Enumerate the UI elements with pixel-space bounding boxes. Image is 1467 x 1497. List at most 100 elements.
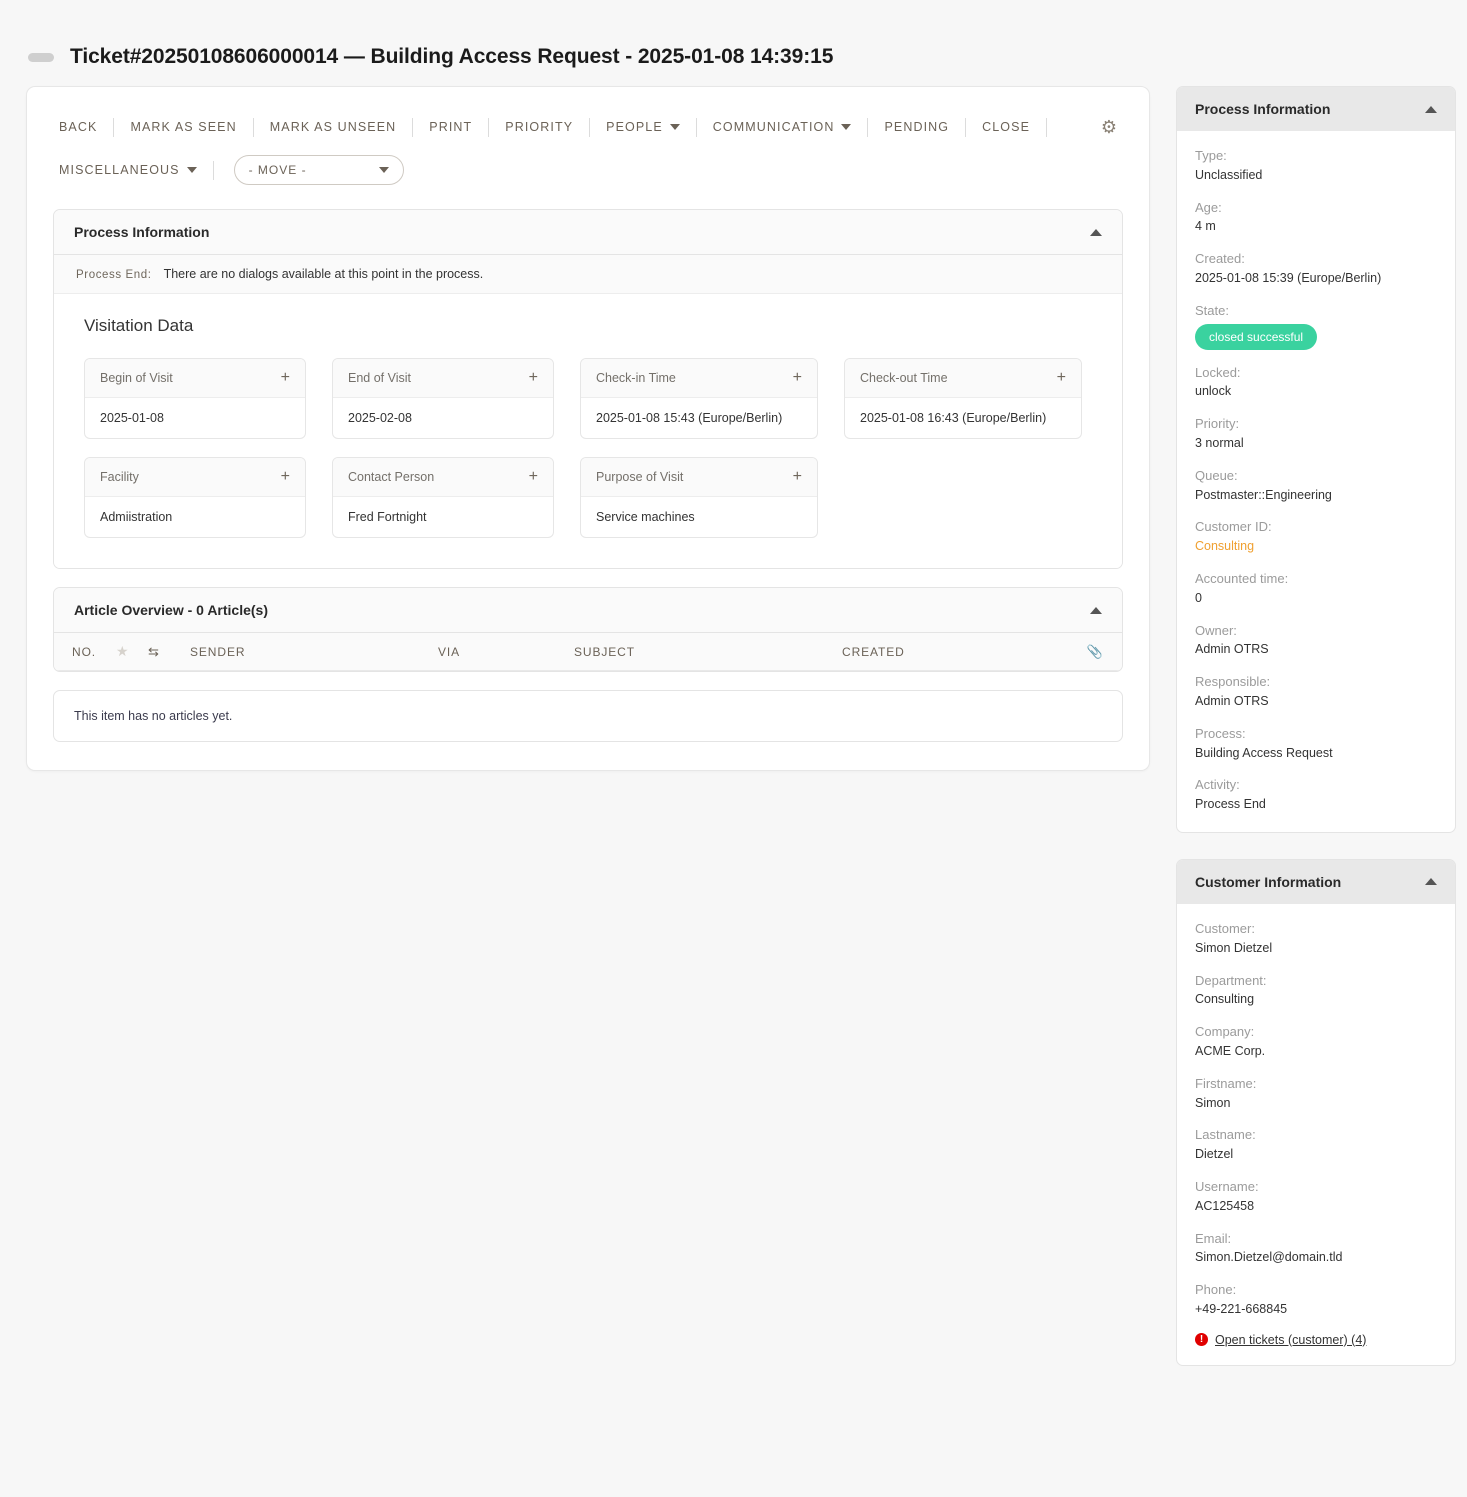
field-key: Process: bbox=[1195, 725, 1437, 744]
move-queue-select[interactable]: - MOVE - bbox=[234, 155, 404, 185]
toolbar-item-mark-as-unseen[interactable]: MARK AS UNSEEN bbox=[254, 117, 413, 137]
toolbar-item-mark-as-seen[interactable]: MARK AS SEEN bbox=[114, 117, 252, 137]
sidebar-customer-information-widget: Customer Information Customer: Simon Die… bbox=[1176, 859, 1456, 1366]
field-key: Owner: bbox=[1195, 622, 1437, 641]
paperclip-icon[interactable]: 📎 bbox=[1084, 644, 1104, 660]
minimize-pill-icon[interactable] bbox=[28, 53, 54, 62]
toolbar-item-priority[interactable]: PRIORITY bbox=[489, 117, 589, 137]
open-tickets-row: ! Open tickets (customer) (4) bbox=[1195, 1333, 1437, 1347]
chevron-up-icon[interactable] bbox=[1425, 106, 1437, 113]
sidebar-customer-information-header: Customer Information bbox=[1177, 860, 1455, 904]
toolbar-item-label: PEOPLE bbox=[606, 117, 663, 137]
sidebar-field-accounted-time: Accounted time: 0 bbox=[1195, 570, 1437, 608]
sidebar-field-email: Email: Simon.Dietzel@domain.tld bbox=[1195, 1230, 1437, 1268]
toolbar-item-back[interactable]: BACK bbox=[53, 117, 113, 137]
field-key: Queue: bbox=[1195, 467, 1437, 486]
sidebar-field-type: Type: Unclassified bbox=[1195, 147, 1437, 185]
ticket-detail-page: Ticket#20250108606000014 — Building Acce… bbox=[0, 0, 1467, 1497]
plus-icon[interactable]: + bbox=[281, 469, 290, 485]
field-key: Email: bbox=[1195, 1230, 1437, 1249]
visitation-data-section: Visitation Data Begin of Visit + 2025-01… bbox=[54, 294, 1122, 568]
process-information-widget-header: Process Information bbox=[54, 210, 1122, 255]
sidebar-field-company: Company: ACME Corp. bbox=[1195, 1023, 1437, 1061]
process-end-text: There are no dialogs available at this p… bbox=[164, 267, 484, 281]
field-key: Locked: bbox=[1195, 364, 1437, 383]
chevron-up-icon[interactable] bbox=[1090, 607, 1102, 614]
field-value: 2025-01-08 15:39 (Europe/Berlin) bbox=[1195, 269, 1437, 288]
sidebar-customer-information-body: Customer: Simon Dietzel Department: Cons… bbox=[1177, 904, 1455, 1365]
sidebar-field-activity: Activity: Process End bbox=[1195, 776, 1437, 814]
column-header-via[interactable]: VIA bbox=[438, 645, 574, 659]
star-icon[interactable]: ★ bbox=[116, 643, 148, 660]
exclamation-circle-icon: ! bbox=[1195, 1333, 1208, 1346]
field-value: 2025-01-08 bbox=[85, 398, 305, 438]
field-card-header: End of Visit + bbox=[333, 359, 553, 398]
visitation-field-grid: Begin of Visit + 2025-01-08 End of Visit… bbox=[84, 358, 1092, 538]
field-key: Customer ID: bbox=[1195, 518, 1437, 537]
toolbar-item-communication[interactable]: COMMUNICATION bbox=[697, 117, 868, 137]
gear-icon[interactable]: ⚙ bbox=[1101, 118, 1117, 136]
column-header-created[interactable]: CREATED bbox=[842, 645, 1084, 659]
field-key: Activity: bbox=[1195, 776, 1437, 795]
field-card-check-out-time: Check-out Time + 2025-01-08 16:43 (Europ… bbox=[844, 358, 1082, 439]
customer-id-link[interactable]: Consulting bbox=[1195, 537, 1437, 556]
field-value: Service machines bbox=[581, 497, 817, 537]
article-overview-widget: Article Overview - 0 Article(s) NO. ★ ⇆ … bbox=[53, 587, 1123, 672]
field-value: Admiistration bbox=[85, 497, 305, 537]
sidebar-process-information-widget: Process Information Type: Unclassified A… bbox=[1176, 86, 1456, 833]
chevron-up-icon[interactable] bbox=[1425, 878, 1437, 885]
sidebar-field-owner: Owner: Admin OTRS bbox=[1195, 622, 1437, 660]
plus-icon[interactable]: + bbox=[529, 370, 538, 386]
sidebar-customer-information-title: Customer Information bbox=[1195, 874, 1341, 890]
plus-icon[interactable]: + bbox=[793, 469, 802, 485]
chevron-down-icon bbox=[841, 124, 851, 130]
toolbar-item-miscellaneous[interactable]: MISCELLANEOUS bbox=[53, 160, 213, 180]
field-card-begin-of-visit: Begin of Visit + 2025-01-08 bbox=[84, 358, 306, 439]
column-header-no[interactable]: NO. bbox=[72, 645, 116, 659]
sidebar-field-state: State: closed successful bbox=[1195, 302, 1437, 350]
ticket-action-toolbar: BACK MARK AS SEEN MARK AS UNSEEN PRINT bbox=[53, 87, 1123, 137]
field-key: State: bbox=[1195, 302, 1437, 321]
ticket-card: BACK MARK AS SEEN MARK AS UNSEEN PRINT bbox=[26, 86, 1150, 771]
field-value: Simon Dietzel bbox=[1195, 939, 1437, 958]
field-value: Unclassified bbox=[1195, 166, 1437, 185]
column-header-sender[interactable]: SENDER bbox=[190, 645, 438, 659]
toolbar-item-close[interactable]: CLOSE bbox=[966, 117, 1046, 137]
field-key: Firstname: bbox=[1195, 1075, 1437, 1094]
window-titlebar: Ticket#20250108606000014 — Building Acce… bbox=[0, 0, 1467, 86]
field-value: 0 bbox=[1195, 589, 1437, 608]
sort-direction-icon[interactable]: ⇆ bbox=[148, 644, 190, 660]
field-value: 2025-01-08 15:43 (Europe/Berlin) bbox=[581, 398, 817, 438]
move-queue-select-value: - MOVE - bbox=[249, 163, 307, 177]
open-tickets-link[interactable]: Open tickets (customer) (4) bbox=[1215, 1333, 1366, 1347]
plus-icon[interactable]: + bbox=[1057, 370, 1066, 386]
field-card-facility: Facility + Admiistration bbox=[84, 457, 306, 538]
toolbar-item-label: PRINT bbox=[429, 117, 472, 137]
plus-icon[interactable]: + bbox=[529, 469, 538, 485]
plus-icon[interactable]: + bbox=[281, 370, 290, 386]
field-key: Responsible: bbox=[1195, 673, 1437, 692]
toolbar-item-label: MARK AS SEEN bbox=[130, 117, 236, 137]
field-value: unlock bbox=[1195, 382, 1437, 401]
column-header-subject[interactable]: SUBJECT bbox=[574, 645, 842, 659]
field-card-contact-person: Contact Person + Fred Fortnight bbox=[332, 457, 554, 538]
process-end-label: Process End: bbox=[76, 269, 152, 281]
field-card-purpose-of-visit: Purpose of Visit + Service machines bbox=[580, 457, 818, 538]
field-value: Fred Fortnight bbox=[333, 497, 553, 537]
field-value: ACME Corp. bbox=[1195, 1042, 1437, 1061]
plus-icon[interactable]: + bbox=[793, 370, 802, 386]
toolbar-item-people[interactable]: PEOPLE bbox=[590, 117, 696, 137]
toolbar-item-pending[interactable]: PENDING bbox=[868, 117, 965, 137]
chevron-up-icon[interactable] bbox=[1090, 229, 1102, 236]
field-label: End of Visit bbox=[348, 371, 411, 385]
toolbar-divider bbox=[1046, 118, 1047, 137]
field-key: Department: bbox=[1195, 972, 1437, 991]
article-overview-widget-title: Article Overview - 0 Article(s) bbox=[74, 602, 268, 618]
main-column: BACK MARK AS SEEN MARK AS UNSEEN PRINT bbox=[26, 86, 1150, 771]
field-key: Created: bbox=[1195, 250, 1437, 269]
field-value: Dietzel bbox=[1195, 1145, 1437, 1164]
field-key: Priority: bbox=[1195, 415, 1437, 434]
toolbar-item-print[interactable]: PRINT bbox=[413, 117, 488, 137]
field-key: Company: bbox=[1195, 1023, 1437, 1042]
sidebar-field-phone: Phone: +49-221-668845 bbox=[1195, 1281, 1437, 1319]
